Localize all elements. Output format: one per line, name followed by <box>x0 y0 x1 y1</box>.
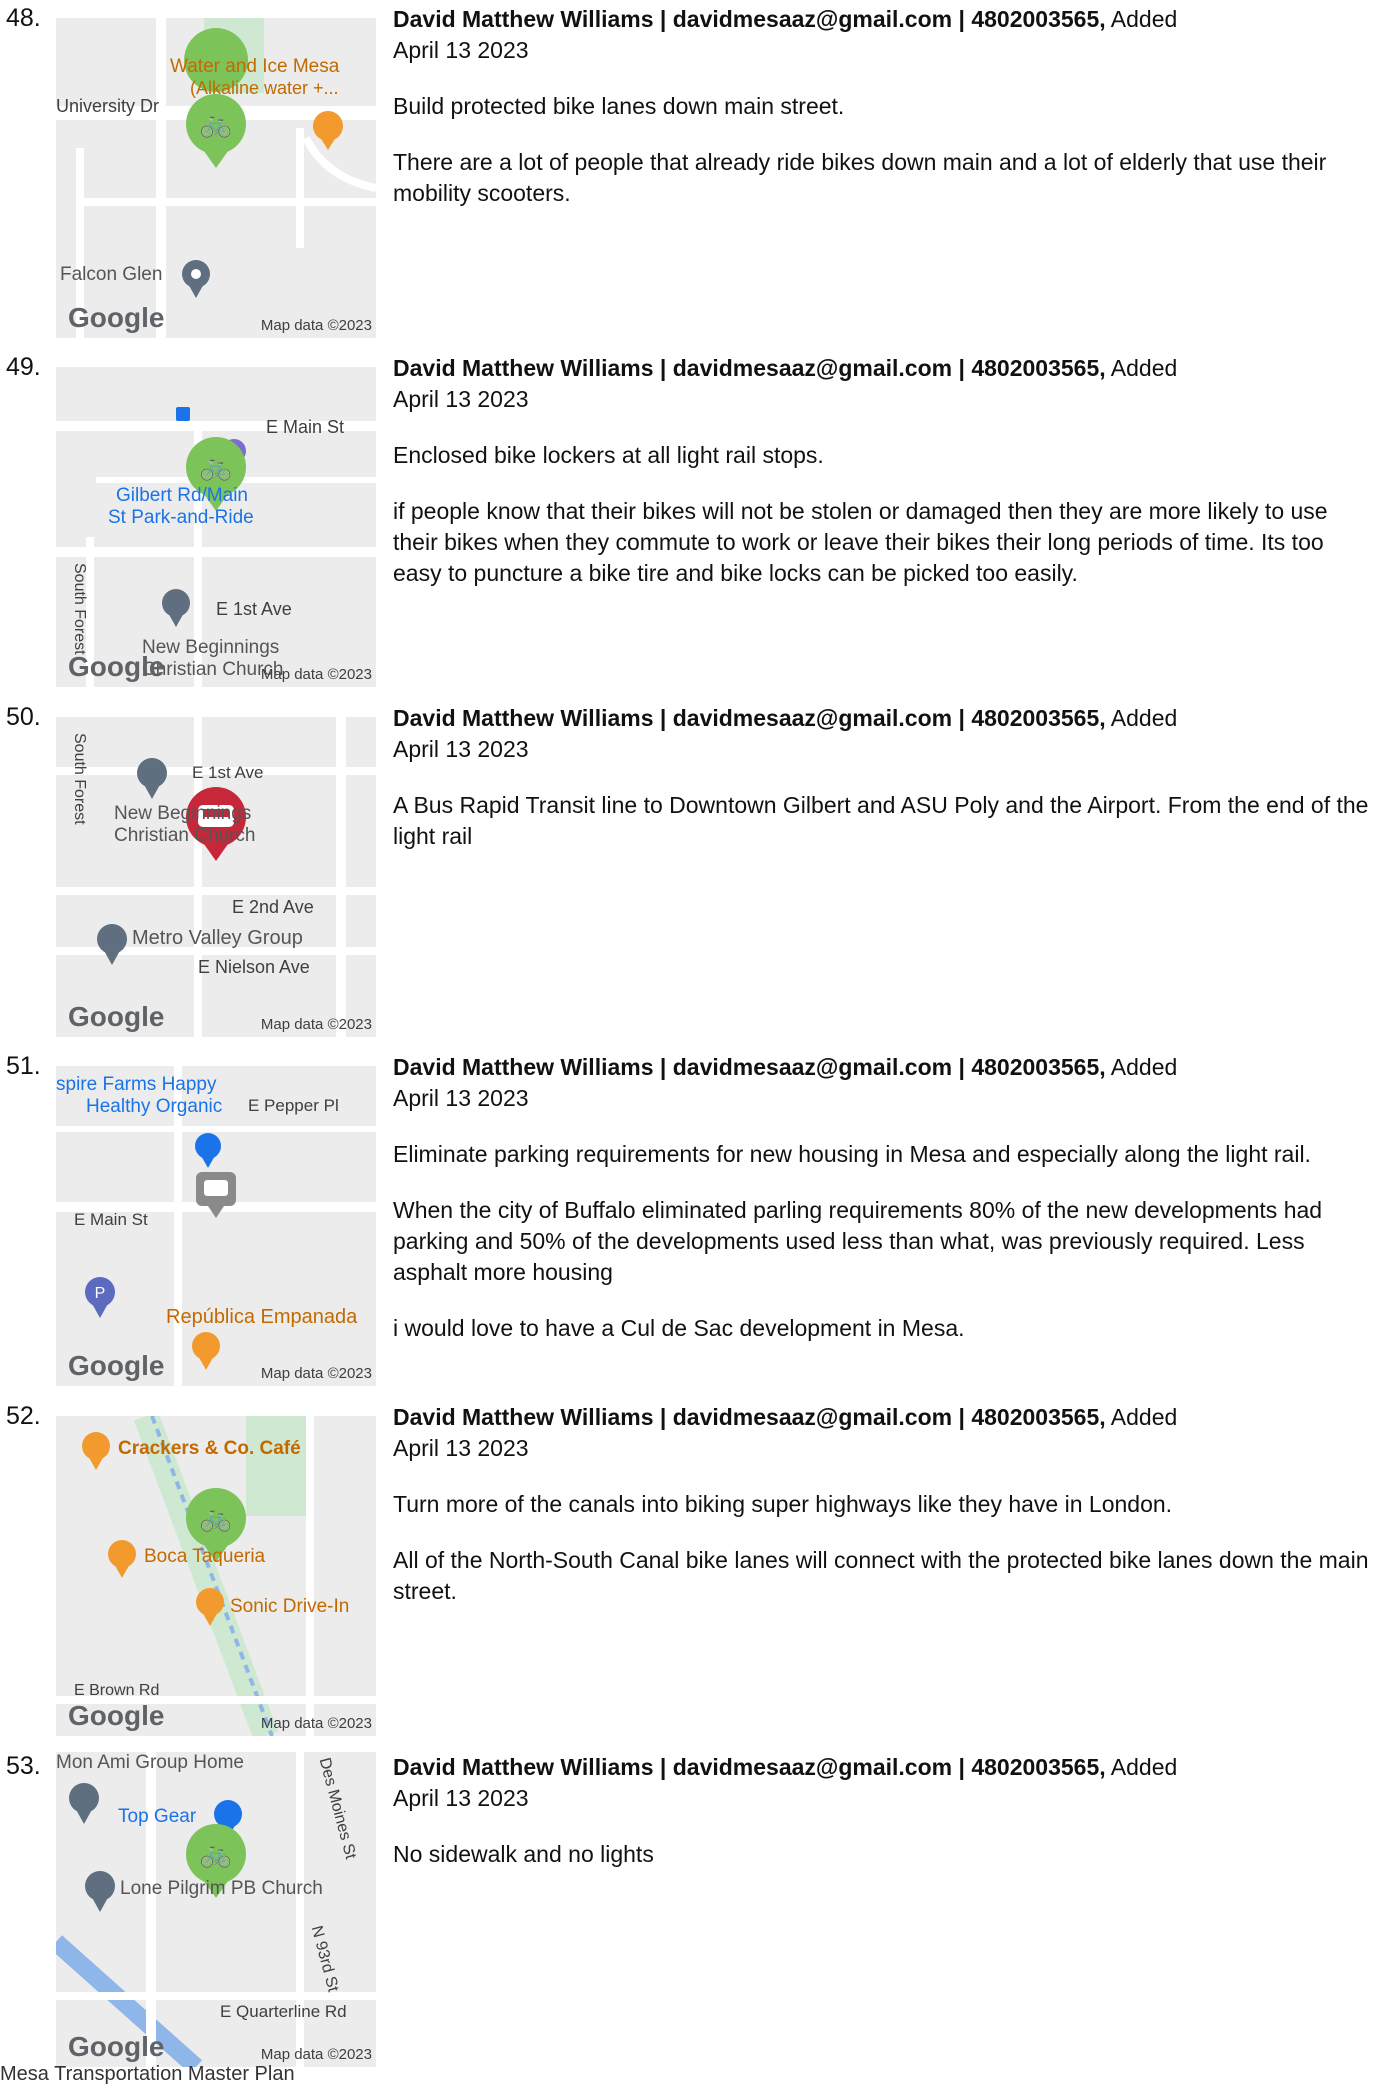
comment-header: David Matthew Williams | davidmesaaz@gma… <box>393 6 1178 63</box>
comment-date: April 13 2023 <box>393 1785 529 1811</box>
map-credit: Map data ©2023 <box>260 1365 372 1382</box>
transit-stop-icon <box>176 407 190 421</box>
comment-text: David Matthew Williams | davidmesaaz@gma… <box>393 4 1378 209</box>
svg-text:🚲: 🚲 <box>200 109 232 139</box>
comment-date: April 13 2023 <box>393 37 529 63</box>
map-label: Sonic Drive-In <box>230 1596 350 1617</box>
map-label: spire Farms Happy <box>56 1074 217 1095</box>
comment-paragraph: A Bus Rapid Transit line to Downtown Gil… <box>393 792 1369 849</box>
map-label: Water and Ice Mesa <box>170 56 340 77</box>
comment-date: April 13 2023 <box>393 1435 529 1461</box>
google-logo: Google <box>68 651 165 682</box>
comment-text: David Matthew Williams | davidmesaaz@gma… <box>393 1752 1378 1870</box>
comment-date: April 13 2023 <box>393 386 529 412</box>
comment-paragraph: No sidewalk and no lights <box>393 1841 654 1867</box>
map-credit: Map data ©2023 <box>260 2046 372 2063</box>
entry-number: 51. <box>6 1052 41 1080</box>
comment-paragraph: Turn more of the canals into biking supe… <box>393 1491 1173 1517</box>
map-label: E 1st Ave <box>192 763 264 782</box>
map-thumbnail[interactable]: 🚲 Water and Ice Mesa (Alkaline water +..… <box>56 18 376 338</box>
google-logo: Google <box>68 1001 165 1032</box>
comment-text: David Matthew Williams | davidmesaaz@gma… <box>393 1402 1378 1607</box>
map-label: Metro Valley Group <box>132 927 303 949</box>
map-label: Falcon Glen <box>60 264 163 285</box>
svg-text:🚲: 🚲 <box>200 1839 232 1869</box>
comment-text: David Matthew Williams | davidmesaaz@gma… <box>393 353 1378 589</box>
comment-text: David Matthew Williams | davidmesaaz@gma… <box>393 1052 1378 1344</box>
map-label: Mon Ami Group Home <box>56 1752 244 1773</box>
map-label: E 1st Ave <box>216 599 292 619</box>
google-logo: Google <box>68 2031 165 2062</box>
svg-text:🚲: 🚲 <box>200 452 232 482</box>
map-label: Crackers & Co. Café <box>118 1438 301 1459</box>
map-label: Lone Pilgrim PB Church <box>120 1878 323 1899</box>
map-label: República Empanada <box>166 1306 358 1328</box>
svg-text:P: P <box>95 1285 106 1302</box>
map-thumbnail[interactable]: 🚲 Crackers & Co. Café Boca Taqueria Soni… <box>56 1416 376 1736</box>
map-credit: Map data ©2023 <box>260 1715 372 1732</box>
comment-header: David Matthew Williams | davidmesaaz@gma… <box>393 705 1178 762</box>
map-label: University Dr <box>56 96 160 116</box>
comment-paragraph: There are a lot of people that already r… <box>393 149 1327 206</box>
comment-paragraph: i would love to have a Cul de Sac develo… <box>393 1315 965 1341</box>
map-label: Healthy Organic <box>86 1096 223 1117</box>
map-thumbnail[interactable]: South Forest E 1st Ave New Beginnings Ch… <box>56 717 376 1037</box>
map-label: E Quarterline Rd <box>220 2002 347 2021</box>
comment-date: April 13 2023 <box>393 736 529 762</box>
map-label: New Beginnings <box>114 803 252 824</box>
comment-paragraph: Enclosed bike lockers at all light rail … <box>393 442 824 468</box>
comment-header: David Matthew Williams | davidmesaaz@gma… <box>393 1054 1178 1111</box>
entry-number: 52. <box>6 1402 41 1430</box>
map-label: Boca Taqueria <box>144 1546 266 1567</box>
map-label: St Park-and-Ride <box>108 507 254 528</box>
entry-number: 49. <box>6 353 41 381</box>
comment-paragraph: All of the North-South Canal bike lanes … <box>393 1547 1369 1604</box>
map-label: E Brown Rd <box>74 1682 160 1699</box>
map-thumbnail[interactable]: 🚲 Mon Ami Group Home Top Gear Lone Pilgr… <box>56 1752 376 2067</box>
map-thumbnail[interactable]: 🚲 E Main St Gilbert Rd/Main St Park-and-… <box>56 367 376 687</box>
map-label: E Main St <box>266 417 345 437</box>
comment-header: David Matthew Williams | davidmesaaz@gma… <box>393 1404 1178 1461</box>
entry-number: 50. <box>6 703 41 731</box>
map-label: E Pepper Pl <box>248 1096 339 1115</box>
map-label: Christian Church <box>114 825 256 846</box>
google-logo: Google <box>68 302 165 333</box>
map-credit: Map data ©2023 <box>260 317 372 334</box>
google-logo: Google <box>68 1700 165 1731</box>
google-logo: Google <box>68 1350 165 1381</box>
map-label: Top Gear <box>118 1806 197 1827</box>
comment-paragraph: Eliminate parking requirements for new h… <box>393 1141 1311 1167</box>
entry-number: 48. <box>6 4 41 32</box>
comment-header: David Matthew Williams | davidmesaaz@gma… <box>393 1754 1178 1811</box>
comment-date: April 13 2023 <box>393 1085 529 1111</box>
map-label: E Nielson Ave <box>198 957 310 977</box>
comment-paragraph: if people know that their bikes will not… <box>393 498 1328 586</box>
comment-header: David Matthew Williams | davidmesaaz@gma… <box>393 355 1178 412</box>
map-label: Gilbert Rd/Main <box>116 485 248 506</box>
map-credit: Map data ©2023 <box>260 666 372 683</box>
map-credit: Map data ©2023 <box>260 1016 372 1033</box>
map-label: (Alkaline water +... <box>190 78 339 98</box>
svg-text:🚲: 🚲 <box>200 1503 232 1533</box>
entry-number: 53. <box>6 1752 41 1780</box>
map-thumbnail[interactable]: P spire Farms Happy Healthy Organic E Pe… <box>56 1066 376 1386</box>
comment-paragraph: When the city of Buffalo eliminated parl… <box>393 1197 1323 1285</box>
comment-text: David Matthew Williams | davidmesaaz@gma… <box>393 703 1378 852</box>
map-label: E Main St <box>74 1210 148 1229</box>
map-label: E 2nd Ave <box>232 897 314 917</box>
map-label: South Forest <box>71 733 88 825</box>
map-label: South Forest <box>71 563 88 655</box>
comment-paragraph: Build protected bike lanes down main str… <box>393 93 845 119</box>
